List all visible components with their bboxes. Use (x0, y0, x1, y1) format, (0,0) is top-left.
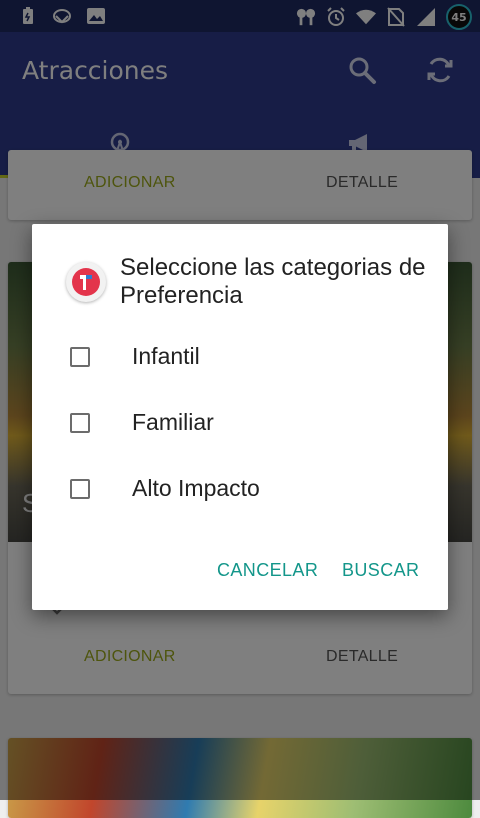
checkbox[interactable] (70, 479, 90, 499)
category-dialog: Seleccione las categorias de Preferencia… (32, 224, 448, 610)
checkbox[interactable] (70, 347, 90, 367)
option-label: Infantil (132, 343, 200, 369)
option-alto-impacto[interactable]: Alto Impacto (32, 460, 448, 516)
checkbox[interactable] (70, 413, 90, 433)
option-infantil[interactable]: Infantil (32, 328, 448, 384)
search-button[interactable]: BUSCAR (342, 560, 419, 581)
dialog-title: Seleccione las categorias de Preferencia (120, 254, 426, 309)
cancel-button[interactable]: CANCELAR (217, 560, 318, 581)
option-label: Alto Impacto (132, 475, 260, 501)
option-familiar[interactable]: Familiar (32, 394, 448, 450)
app-logo-icon (66, 262, 106, 302)
option-label: Familiar (132, 409, 214, 435)
